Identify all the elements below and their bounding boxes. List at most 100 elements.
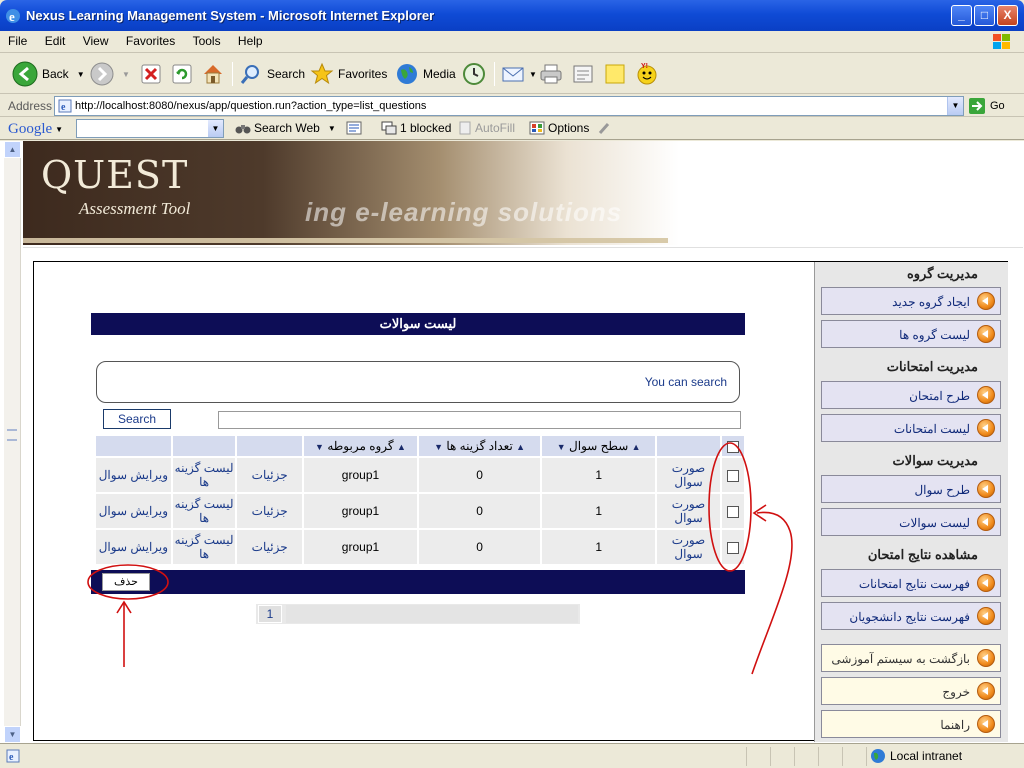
row-select-cell: [721, 494, 744, 528]
mail-button[interactable]: ▼: [501, 60, 537, 88]
menu-file[interactable]: File: [2, 31, 33, 51]
favorites-button[interactable]: Favorites: [310, 60, 387, 88]
home-button[interactable]: [201, 60, 229, 88]
close-button[interactable]: X: [997, 5, 1018, 26]
forward-button[interactable]: ▼: [90, 60, 130, 88]
mail-dropdown-icon[interactable]: ▼: [529, 70, 537, 79]
back-dropdown-icon[interactable]: ▼: [77, 70, 85, 79]
forward-dropdown-icon[interactable]: ▼: [122, 70, 130, 79]
options-label: Options: [548, 121, 590, 135]
options-count-cell: 0: [419, 530, 541, 564]
search-web-label: Search Web: [254, 121, 320, 135]
menu-view[interactable]: View: [77, 31, 115, 51]
menu-edit[interactable]: Edit: [39, 31, 72, 51]
media-label: Media: [423, 67, 456, 81]
option-list-link[interactable]: لیست گزینه ها: [172, 494, 236, 528]
edit-question-link[interactable]: ویرایش سوال: [96, 530, 171, 564]
options-count-column-header[interactable]: ▲ تعداد گزینه ها ▼: [419, 436, 541, 456]
column-header: [96, 436, 171, 456]
row-checkbox[interactable]: [726, 505, 739, 518]
sort-asc-icon[interactable]: ▲: [397, 442, 406, 452]
home-icon: [204, 65, 222, 84]
help-button[interactable]: راهنما: [821, 710, 1001, 738]
student-results-button[interactable]: فهرست نتایج دانشجویان: [821, 602, 1001, 630]
refresh-button[interactable]: [171, 60, 197, 88]
design-exam-button[interactable]: طرح امتحان: [821, 381, 1001, 409]
history-button[interactable]: [462, 60, 490, 88]
exam-results-heading: مشاهده نتایج امتحان: [867, 547, 978, 562]
details-link[interactable]: جزئیات: [237, 494, 302, 528]
exam-list-button[interactable]: لیست امتحانات: [821, 414, 1001, 442]
logout-button[interactable]: خروج: [821, 677, 1001, 705]
stop-button[interactable]: [140, 60, 166, 88]
group-cell: group1: [303, 530, 418, 564]
menu-favorites[interactable]: Favorites: [120, 31, 181, 51]
scroll-down-icon[interactable]: ▼: [4, 726, 21, 743]
back-button[interactable]: Back ▼: [12, 60, 85, 88]
sort-asc-icon[interactable]: ▲: [632, 442, 641, 452]
level-column-header[interactable]: ▲ سطح سوال ▼: [542, 436, 656, 456]
highlight-button[interactable]: [597, 121, 611, 135]
row-checkbox[interactable]: [726, 469, 739, 482]
messenger-button[interactable]: Y!: [635, 60, 663, 88]
search-submit-button[interactable]: Search: [103, 409, 171, 429]
option-list-link[interactable]: لیست گزینه ها: [172, 458, 236, 492]
sort-desc-icon[interactable]: ▼: [315, 442, 324, 452]
google-search-dropdown-icon[interactable]: ▼: [208, 120, 223, 137]
table-row: صورت سوال 1 0 group1 جزئیات لیست گزینه ه…: [96, 458, 744, 492]
menu-help[interactable]: Help: [232, 31, 269, 51]
search-input[interactable]: [218, 411, 741, 429]
row-checkbox[interactable]: [726, 541, 739, 554]
address-dropdown-icon[interactable]: ▼: [947, 97, 963, 115]
popup-blocker-button[interactable]: 1 blocked: [381, 121, 451, 135]
design-question-button[interactable]: طرح سوال: [821, 475, 1001, 503]
maximize-button[interactable]: □: [974, 5, 995, 26]
menu-tools[interactable]: Tools: [187, 31, 227, 51]
back-to-lms-button[interactable]: بازگشت به سیستم آموزشی: [821, 644, 1001, 672]
media-button[interactable]: Media: [395, 60, 456, 88]
print-button[interactable]: [539, 60, 567, 88]
group-column-header[interactable]: ▲ گروه مربوطه ▼: [303, 436, 418, 456]
edit-question-link[interactable]: ویرایش سوال: [96, 494, 171, 528]
help-label: راهنما: [940, 718, 970, 732]
discuss-button[interactable]: [603, 60, 631, 88]
google-dropdown-icon: ▼: [55, 125, 64, 134]
orange-arrow-icon: [977, 480, 995, 498]
group-header-label: گروه مربوطه: [327, 439, 394, 453]
option-list-link[interactable]: لیست گزینه ها: [172, 530, 236, 564]
exam-results-button[interactable]: فهرست نتایج امتحانات: [821, 569, 1001, 597]
sort-asc-icon[interactable]: ▲: [516, 442, 525, 452]
google-menu-button[interactable]: Google ▼: [8, 121, 63, 138]
edit-question-link[interactable]: ویرایش سوال: [96, 458, 171, 492]
select-all-checkbox[interactable]: [726, 440, 739, 453]
edit-page-button[interactable]: [571, 60, 599, 88]
create-group-button[interactable]: ایجاد گروه جدید: [821, 287, 1001, 315]
details-link[interactable]: جزئیات: [237, 530, 302, 564]
go-button[interactable]: Go: [968, 97, 1005, 115]
vertical-scrollbar[interactable]: ▲ ▼: [4, 141, 21, 743]
sort-desc-icon[interactable]: ▼: [557, 442, 566, 452]
question-form-link[interactable]: صورت سوال: [657, 494, 720, 528]
question-form-link[interactable]: صورت سوال: [657, 530, 720, 564]
autofill-button[interactable]: AutoFill: [458, 121, 515, 135]
google-search-input[interactable]: ▼: [76, 119, 224, 138]
delete-button[interactable]: حذف: [102, 573, 150, 591]
search-web-dropdown-icon[interactable]: ▼: [328, 124, 336, 133]
news-button[interactable]: [346, 121, 362, 135]
search-button[interactable]: Search: [239, 60, 305, 88]
svg-text:e: e: [9, 9, 15, 24]
group-list-button[interactable]: لیست گروه ها: [821, 320, 1001, 348]
search-web-button[interactable]: Search Web ▼: [235, 121, 336, 135]
orange-arrow-icon: [977, 649, 995, 667]
minimize-button[interactable]: _: [951, 5, 972, 26]
question-list-button[interactable]: لیست سوالات: [821, 508, 1001, 536]
address-input[interactable]: e http://localhost:8080/nexus/app/questi…: [54, 96, 964, 116]
page-number-link[interactable]: 1: [258, 605, 282, 623]
scroll-thumb[interactable]: [7, 429, 17, 441]
scroll-up-icon[interactable]: ▲: [4, 141, 21, 158]
details-link[interactable]: جزئیات: [237, 458, 302, 492]
svg-text:e: e: [9, 752, 14, 763]
question-form-link[interactable]: صورت سوال: [657, 458, 720, 492]
options-button[interactable]: Options: [529, 121, 589, 135]
sort-desc-icon[interactable]: ▼: [434, 442, 443, 452]
